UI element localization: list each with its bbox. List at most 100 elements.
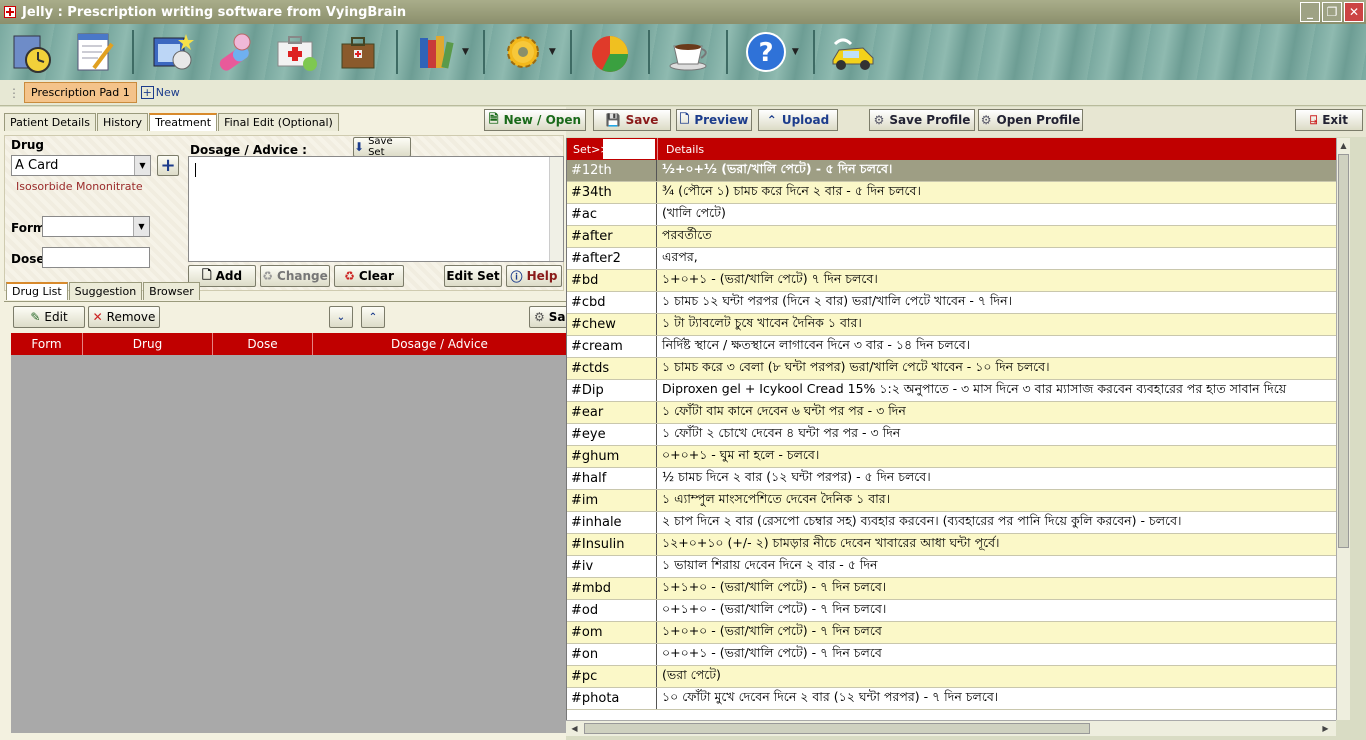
save-set-button[interactable]: ⬇ Save Set — [353, 136, 411, 158]
dosage-advice-textarea[interactable] — [188, 156, 564, 262]
table-row[interactable]: #12th ½+০+½ (ভরা/খালি পেটে) - ৫ দিন চলবে। — [567, 160, 1336, 182]
table-row[interactable]: #bd ১+০+১ - (ভরা/খালি পেটে) ৭ দিন চলবে। — [567, 270, 1336, 292]
help-icon[interactable]: ? — [742, 28, 790, 76]
exit-button[interactable]: ⍈ Exit — [1295, 109, 1363, 131]
tab-drug-list[interactable]: Drug List — [6, 282, 68, 300]
table-row[interactable]: #ghum ০+০+১ - ঘুম না হলে - চলবে। — [567, 446, 1336, 468]
medical-kit-icon[interactable] — [272, 28, 320, 76]
set-details: ১ টা ট্যাবলেট চুষে খাবেন দৈনিক ১ বার। — [662, 314, 862, 330]
close-button[interactable]: ✕ — [1344, 2, 1364, 22]
table-row[interactable]: #half ½ চামচ দিনে ২ বার (১২ ঘন্টা পরপর) -… — [567, 468, 1336, 490]
upload-button[interactable]: ⌃ Upload — [758, 109, 838, 131]
tab-prescription-pad-1[interactable]: Prescription Pad 1 — [24, 82, 137, 103]
books-dropdown-arrow-icon[interactable]: ▼ — [462, 47, 469, 57]
set-table: Set>> Details #12th ½+০+½ (ভরা/খালি পেটে)… — [566, 138, 1336, 720]
table-row[interactable]: #after পরবর্তীতে — [567, 226, 1336, 248]
clear-button[interactable]: ♻ Clear — [334, 265, 404, 287]
minimize-button[interactable]: _ — [1300, 2, 1320, 22]
briefcase-icon[interactable] — [334, 28, 382, 76]
add-drug-icon[interactable]: + — [157, 155, 179, 176]
set-key: #iv — [567, 556, 657, 577]
scroll-thumb[interactable] — [584, 723, 1090, 734]
table-row[interactable]: #om ১+০+০ - (ভরা/খালি পেটে) - ৭ দিন চলবে — [567, 622, 1336, 644]
save-profile-button[interactable]: ⚙ Save Profile — [869, 109, 975, 131]
toolbar-separator — [482, 30, 485, 74]
tab-treatment[interactable]: Treatment — [149, 113, 218, 131]
clock-book-icon[interactable] — [8, 28, 56, 76]
table-row[interactable]: #pc (ভরা পেটে) — [567, 666, 1336, 688]
open-profile-button[interactable]: ⚙ Open Profile — [978, 109, 1083, 131]
books-icon[interactable] — [412, 28, 460, 76]
set-table-horizontal-scrollbar[interactable]: ◀ ▶ — [566, 720, 1336, 736]
floppy-icon: 💾 — [605, 113, 621, 127]
move-up-button[interactable]: ⌃ — [361, 306, 385, 328]
column-drug[interactable]: Drug — [83, 333, 213, 355]
scroll-left-icon[interactable]: ◀ — [568, 722, 581, 735]
settings-dropdown-arrow-icon[interactable]: ▼ — [549, 47, 556, 57]
chevron-down-icon[interactable]: ▼ — [134, 156, 150, 175]
move-down-button[interactable]: ⌄ — [329, 306, 353, 328]
table-row[interactable]: #ear ১ ফোঁটা বাম কানে দেবেন ৬ ঘন্টা পর পর… — [567, 402, 1336, 424]
tab-suggestion[interactable]: Suggestion — [68, 282, 143, 300]
new-open-button[interactable]: 🗎 New / Open — [484, 109, 586, 131]
arrow-down-icon: ⬇ — [354, 140, 365, 154]
edit-button[interactable]: ✎ Edit — [13, 306, 85, 328]
table-row[interactable]: #Dip Diproxen gel + Icykool Cread 15% ১:২… — [567, 380, 1336, 402]
table-row[interactable]: #mbd ১+১+০ - (ভরা/খালি পেটে) - ৭ দিন চলবে… — [567, 578, 1336, 600]
save-list-button[interactable]: ⚙ Sa — [529, 306, 569, 328]
new-tab-button[interactable]: + New — [140, 86, 180, 99]
gear-icon: ⚙ — [873, 113, 885, 127]
table-row[interactable]: #ac (খালি পেটে) — [567, 204, 1336, 226]
column-set[interactable]: Set>> — [567, 138, 657, 160]
scroll-up-icon[interactable]: ▲ — [1337, 139, 1350, 152]
chevron-down-icon[interactable]: ▼ — [133, 217, 149, 236]
table-row[interactable]: #phota ১০ ফোঁটা মুখে দেবেন দিনে ২ বার (১২… — [567, 688, 1336, 710]
textarea-scrollbar[interactable] — [549, 157, 563, 261]
photo-calendar-icon[interactable] — [148, 28, 196, 76]
table-row[interactable]: #iv ১ ভায়াল শিরায় দেবেন দিনে ২ বার - ৫ … — [567, 556, 1336, 578]
tab-browser[interactable]: Browser — [143, 282, 200, 300]
edit-set-button[interactable]: Edit Set — [444, 265, 502, 287]
table-row[interactable]: #ctds ১ চামচ করে ৩ বেলা (৮ ঘন্টা পরপর) ভর… — [567, 358, 1336, 380]
scroll-thumb[interactable] — [1338, 154, 1349, 548]
pills-icon[interactable] — [210, 28, 258, 76]
scroll-right-icon[interactable]: ▶ — [1319, 722, 1332, 735]
help-button[interactable]: ⓘ Help — [506, 265, 562, 287]
drug-select[interactable]: A Card ▼ — [11, 155, 151, 176]
tab-history[interactable]: History — [96, 113, 149, 131]
car-icon[interactable] — [829, 28, 877, 76]
set-search-input[interactable] — [603, 139, 655, 159]
coffee-cup-icon[interactable] — [664, 28, 712, 76]
table-row[interactable]: #Insulin ১২+০+১০ (+/- ২) চামড়ার নীচে দেব… — [567, 534, 1336, 556]
notepad-pen-icon[interactable] — [70, 28, 118, 76]
table-row[interactable]: #on ০+০+১ - (ভরা/খালি পেটে) - ৭ দিন চলবে — [567, 644, 1336, 666]
preview-button[interactable]: 🗋 Preview — [676, 109, 752, 131]
column-form[interactable]: Form — [11, 333, 83, 355]
remove-button[interactable]: ✕ Remove — [88, 306, 160, 328]
help-dropdown-arrow-icon[interactable]: ▼ — [792, 47, 799, 57]
table-row[interactable]: #cbd ১ চামচ ১২ ঘন্টা পরপর (দিনে ২ বার) ভর… — [567, 292, 1336, 314]
table-row[interactable]: #cream নির্দিষ্ট স্থানে / ক্ষতস্থানে লাগা… — [567, 336, 1336, 358]
dose-input[interactable] — [42, 247, 150, 268]
drug-grid-body[interactable] — [11, 355, 566, 733]
pie-chart-icon[interactable] — [586, 28, 634, 76]
maximize-button[interactable]: ❐ — [1322, 2, 1342, 22]
settings-gear-icon[interactable] — [499, 28, 547, 76]
table-row[interactable]: #inhale ২ চাপ দিনে ২ বার (রেসপো চেম্বার স… — [567, 512, 1336, 534]
table-row[interactable]: #after2 এরপর, — [567, 248, 1336, 270]
change-button[interactable]: ♻ Change — [260, 265, 330, 287]
column-details[interactable]: Details — [657, 138, 1336, 160]
table-row[interactable]: #od ০+১+০ - (ভরা/খালি পেটে) - ৭ দিন চলবে। — [567, 600, 1336, 622]
column-dosage-advice[interactable]: Dosage / Advice — [313, 333, 566, 355]
table-row[interactable]: #chew ১ টা ট্যাবলেট চুষে খাবেন দৈনিক ১ বা… — [567, 314, 1336, 336]
tab-final-edit[interactable]: Final Edit (Optional) — [218, 113, 339, 131]
table-row[interactable]: #im ১ এ্যাম্পুল মাংসপেশিতে দেবেন দৈনিক ১ … — [567, 490, 1336, 512]
drug-list-tabs: Drug List Suggestion Browser — [6, 282, 201, 300]
tab-patient-details[interactable]: Patient Details — [4, 113, 96, 131]
set-table-vertical-scrollbar[interactable]: ▲ — [1336, 138, 1350, 720]
form-select[interactable]: ▼ — [42, 216, 150, 237]
save-button[interactable]: 💾 Save — [593, 109, 671, 131]
column-dose[interactable]: Dose — [213, 333, 313, 355]
table-row[interactable]: #34th ¾ (পৌনে ১) চামচ করে দিনে ২ বার - ৫ … — [567, 182, 1336, 204]
table-row[interactable]: #eye ১ ফোঁটা ২ চোখে দেবেন ৪ ঘন্টা পর পর -… — [567, 424, 1336, 446]
